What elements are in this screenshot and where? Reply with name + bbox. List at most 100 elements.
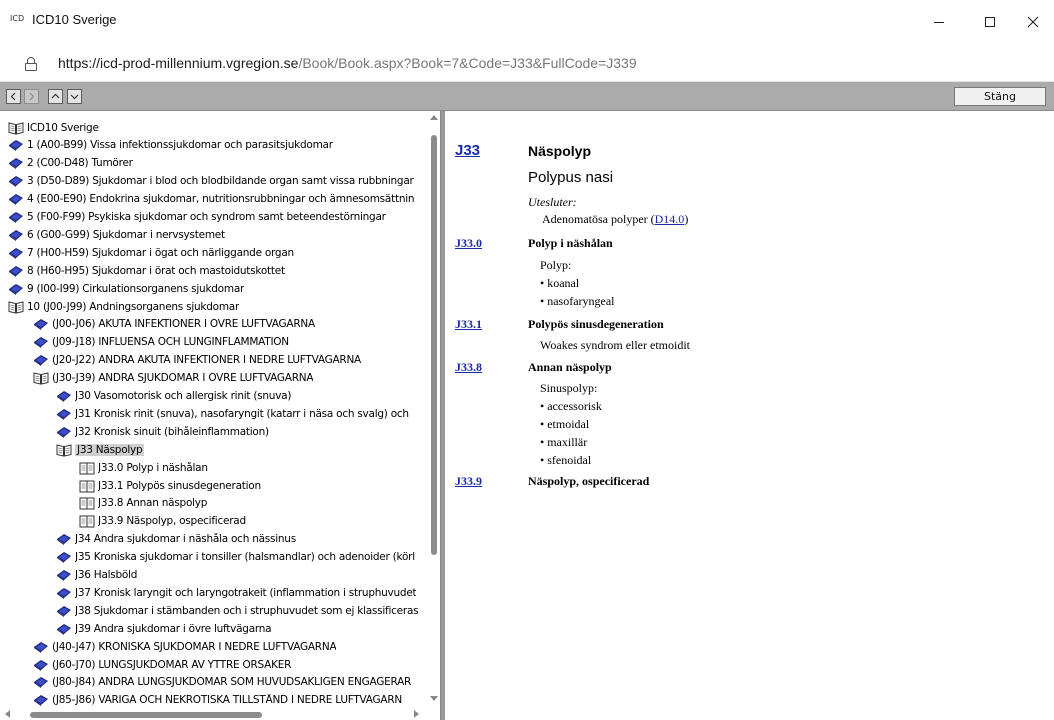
close-button[interactable]: Stäng bbox=[954, 87, 1046, 106]
subcode-line: • koanal bbox=[540, 276, 580, 290]
tree-item[interactable]: (J09-J18) INFLUENSA OCH LUNGINFLAMMATION bbox=[33, 334, 289, 351]
tree-item[interactable]: (J20-J22) ANDRA AKUTA INFEKTIONER I NEDR… bbox=[33, 352, 361, 369]
book-closed-icon bbox=[8, 228, 27, 242]
horizontal-scrollbar[interactable] bbox=[0, 707, 428, 720]
tree-item[interactable]: 9 (I00-I99) Cirkulationsorganens sjukdom… bbox=[8, 280, 244, 297]
tree-item[interactable]: ICD10 Sverige bbox=[8, 119, 99, 136]
subcode-line: • etmoidal bbox=[540, 417, 590, 431]
tree-item-label: J33.8 Annan näspolyp bbox=[98, 497, 208, 510]
book-closed-icon bbox=[56, 407, 75, 421]
tree-item-label: J33 Näspolyp bbox=[75, 443, 145, 456]
tree-item[interactable]: 7 (H00-H59) Sjukdomar i ögat och närligg… bbox=[8, 244, 294, 261]
tree-item[interactable]: J32 Kronisk sinuit (bihåleinflammation) bbox=[56, 423, 269, 440]
tree-item-label: J35 Kroniska sjukdomar i tonsiller (hals… bbox=[75, 551, 415, 564]
tree-item[interactable]: (J80-J84) ANDRA LUNGSJUKDOMAR SOM HUVUDS… bbox=[33, 674, 411, 691]
scroll-up-icon[interactable] bbox=[430, 115, 438, 120]
tree-item[interactable]: J30 Vasomotorisk och allergisk rinit (sn… bbox=[56, 388, 291, 405]
code-link-j33[interactable]: J33 bbox=[455, 142, 480, 159]
down-button[interactable] bbox=[67, 89, 82, 104]
tree-item-label: 9 (I00-I99) Cirkulationsorganens sjukdom… bbox=[27, 282, 245, 295]
tree-item[interactable]: 6 (G00-G99) Sjukdomar i nervsystemet bbox=[8, 226, 225, 243]
tree-item[interactable]: J33.1 Polypös sinusdegeneration bbox=[79, 477, 261, 494]
book-closed-icon bbox=[56, 425, 75, 439]
tree-item[interactable]: (J40-J47) KRONISKA SJUKDOMAR I NEDRE LUF… bbox=[33, 638, 336, 655]
code-link-j33-1[interactable]: J33.1 bbox=[455, 317, 482, 332]
tree-item[interactable]: J31 Kronisk rinit (snuva), nasofaryngit … bbox=[56, 405, 409, 422]
tree-item[interactable]: J38 Sjukdomar i stämbanden och i struphu… bbox=[56, 602, 418, 619]
tree-item[interactable]: 4 (E00-E90) Endokrina sjukdomar, nutriti… bbox=[8, 191, 414, 208]
tree-item-label: (J40-J47) KRONISKA SJUKDOMAR I NEDRE LUF… bbox=[52, 640, 337, 653]
book-closed-icon bbox=[33, 658, 52, 672]
book-closed-icon bbox=[33, 675, 52, 689]
code-link-j33-9[interactable]: J33.9 bbox=[455, 474, 482, 489]
close-icon bbox=[1027, 16, 1039, 28]
subcode-line: Woakes syndrom eller etmoidit bbox=[540, 338, 690, 352]
tree-item[interactable]: J34 Andra sjukdomar i näshåla och nässin… bbox=[56, 531, 296, 548]
tree-item-label: J33.1 Polypös sinusdegeneration bbox=[98, 479, 261, 492]
subcode-title: Polypös sinusdegeneration bbox=[528, 317, 664, 331]
book-closed-icon bbox=[56, 550, 75, 564]
tree-item-label: (J85-J86) VARIGA OCH NEKROTISKA TILLSTÅN… bbox=[52, 694, 403, 707]
up-button[interactable] bbox=[48, 89, 63, 104]
tree-item[interactable]: 10 (J00-J99) Andningsorganens sjukdomar bbox=[8, 298, 239, 315]
url-host: https://icd-prod-millennium.vgregion.se bbox=[58, 55, 299, 71]
subcode-title: Annan näspolyp bbox=[528, 360, 612, 374]
subcode-line: • sfenoidal bbox=[540, 453, 592, 467]
exclusion-close: ) bbox=[684, 212, 689, 226]
tree-item[interactable]: J33 Näspolyp bbox=[56, 441, 145, 458]
tree-item[interactable]: J37 Kronisk laryngit och laryngotrakeit … bbox=[56, 584, 416, 601]
tree-item-label: 8 (H60-H95) Sjukdomar i örat och mastoid… bbox=[27, 264, 285, 277]
tree-item[interactable]: J36 Halsböld bbox=[56, 567, 137, 584]
maximize-button[interactable] bbox=[967, 0, 1013, 44]
book-closed-icon bbox=[33, 640, 52, 654]
code-link-j33-8[interactable]: J33.8 bbox=[455, 360, 482, 375]
code-link-j33-0[interactable]: J33.0 bbox=[455, 236, 482, 251]
tree-item-label: J36 Halsböld bbox=[75, 569, 138, 581]
vertical-scrollbar[interactable] bbox=[428, 111, 440, 707]
page-icon bbox=[79, 514, 98, 528]
book-closed-icon bbox=[56, 604, 75, 618]
tree-item-label: J39 Andra sjukdomar i övre luftvägarna bbox=[75, 622, 272, 635]
tree-item[interactable]: 8 (H60-H95) Sjukdomar i örat och mastoid… bbox=[8, 262, 285, 279]
tree-item[interactable]: 3 (D50-D89) Sjukdomar i blod och blodbil… bbox=[8, 173, 414, 190]
subcode-line: Sinuspolyp: bbox=[540, 381, 598, 395]
close-window-button[interactable] bbox=[1010, 0, 1054, 44]
content-pane: J33 Näspolyp Polypus nasi Utesluter: Ade… bbox=[445, 111, 1054, 720]
tree-item-label: J37 Kronisk laryngit och laryngotrakeit … bbox=[75, 586, 417, 599]
minimize-button[interactable] bbox=[916, 0, 962, 44]
tree-item[interactable]: J33.9 Näspolyp, ospecificerad bbox=[79, 513, 246, 530]
exclusion-link[interactable]: D14.0 bbox=[655, 212, 685, 226]
forward-button[interactable] bbox=[24, 89, 39, 104]
page-icon bbox=[79, 479, 98, 493]
arrow-right-icon bbox=[29, 92, 35, 101]
scroll-thumb[interactable] bbox=[431, 135, 437, 555]
address-bar: https://icd-prod-millennium.vgregion.se/… bbox=[0, 44, 1054, 82]
back-button[interactable] bbox=[6, 89, 21, 104]
book-open-icon bbox=[8, 121, 27, 135]
tree-item[interactable]: 1 (A00-B99) Vissa infektionssjukdomar oc… bbox=[8, 137, 333, 154]
tree-item-label: 3 (D50-D89) Sjukdomar i blod och blodbil… bbox=[27, 175, 414, 188]
tree-item[interactable]: 2 (C00-D48) Tumörer bbox=[8, 155, 133, 172]
lock-icon[interactable] bbox=[25, 57, 37, 71]
tree-item[interactable]: (J30-J39) ANDRA SJUKDOMAR I ÖVRE LUFTVÄG… bbox=[33, 370, 313, 387]
tree-item-label: (J09-J18) INFLUENSA OCH LUNGINFLAMMATION bbox=[52, 336, 289, 349]
subcode-line: Polyp: bbox=[540, 258, 572, 272]
tree-item[interactable]: J35 Kroniska sjukdomar i tonsiller (hals… bbox=[56, 549, 415, 566]
tree-item-label: (J80-J84) ANDRA LUNGSJUKDOMAR SOM HUVUDS… bbox=[52, 676, 412, 689]
tree-item[interactable]: J33.0 Polyp i näshålan bbox=[79, 459, 208, 476]
url-field[interactable]: https://icd-prod-millennium.vgregion.se/… bbox=[58, 55, 637, 71]
tree-item[interactable]: (J60-J70) LUNGSJUKDOMAR AV YTTRE ORSAKER bbox=[33, 656, 291, 673]
hscroll-thumb[interactable] bbox=[30, 712, 262, 718]
book-closed-icon bbox=[33, 693, 52, 707]
tree-item[interactable]: J39 Andra sjukdomar i övre luftvägarna bbox=[56, 620, 271, 637]
tree-item-label: J31 Kronisk rinit (snuva), nasofaryngit … bbox=[75, 407, 409, 420]
tree-item[interactable]: (J00-J06) AKUTA INFEKTIONER I ÖVRE LUFTV… bbox=[33, 316, 315, 333]
scroll-right-icon[interactable] bbox=[414, 710, 419, 718]
tree-item[interactable]: 5 (F00-F99) Psykiska sjukdomar och syndr… bbox=[8, 209, 386, 226]
tree-item[interactable]: J33.8 Annan näspolyp bbox=[79, 495, 207, 512]
tree-item-label: (J60-J70) LUNGSJUKDOMAR AV YTTRE ORSAKER bbox=[52, 658, 292, 671]
scroll-left-icon[interactable] bbox=[5, 710, 10, 718]
arrow-up-icon bbox=[51, 93, 60, 99]
scroll-down-icon[interactable] bbox=[430, 696, 438, 701]
page-icon bbox=[79, 461, 98, 475]
